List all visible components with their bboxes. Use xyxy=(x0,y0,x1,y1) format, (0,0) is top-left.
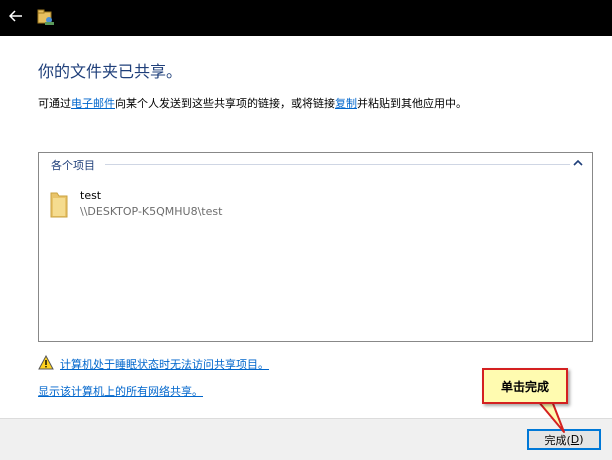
instruction-before: 可通过 xyxy=(38,97,71,110)
item-path: \\DESKTOP-K5QMHU8\test xyxy=(80,205,223,218)
sleep-warning-link[interactable]: 计算机处于睡眠状态时无法访问共享项目。 xyxy=(60,356,269,372)
group-divider xyxy=(105,164,570,165)
finish-mnemonic: D xyxy=(570,433,580,446)
chevron-up-icon[interactable] xyxy=(572,157,584,169)
group-header-label: 各个项目 xyxy=(51,159,95,172)
finish-label-end: ) xyxy=(579,433,584,446)
back-button[interactable] xyxy=(2,2,30,30)
arrow-left-icon xyxy=(9,10,22,22)
footer-bar xyxy=(0,418,612,460)
instruction-middle: 向某个人发送到这些共享项的链接，或将链接 xyxy=(115,97,335,110)
page-title: 你的文件夹已共享。 xyxy=(38,62,183,81)
instruction-after: 并粘贴到其他应用中。 xyxy=(357,97,467,110)
email-link[interactable]: 电子邮件 xyxy=(71,97,115,110)
callout-pointer xyxy=(537,400,565,433)
title-bar xyxy=(0,0,612,36)
warning-icon xyxy=(38,355,54,370)
instruction-text: 可通过电子邮件向某个人发送到这些共享项的链接，或将链接复制并粘贴到其他应用中。 xyxy=(38,95,467,111)
folder-icon xyxy=(50,192,68,218)
annotation-callout: 单击完成 xyxy=(482,368,568,404)
show-network-shares-link[interactable]: 显示该计算机上的所有网络共享。 xyxy=(38,383,203,399)
item-name: test xyxy=(80,189,102,202)
copy-link[interactable]: 复制 xyxy=(335,97,357,110)
list-item[interactable]: test \\DESKTOP-K5QMHU8\test xyxy=(47,187,347,227)
network-share-icon xyxy=(37,9,54,25)
shared-items-list[interactable]: 各个项目 test \\DESKTOP-K5QMHU8\test xyxy=(38,152,593,342)
